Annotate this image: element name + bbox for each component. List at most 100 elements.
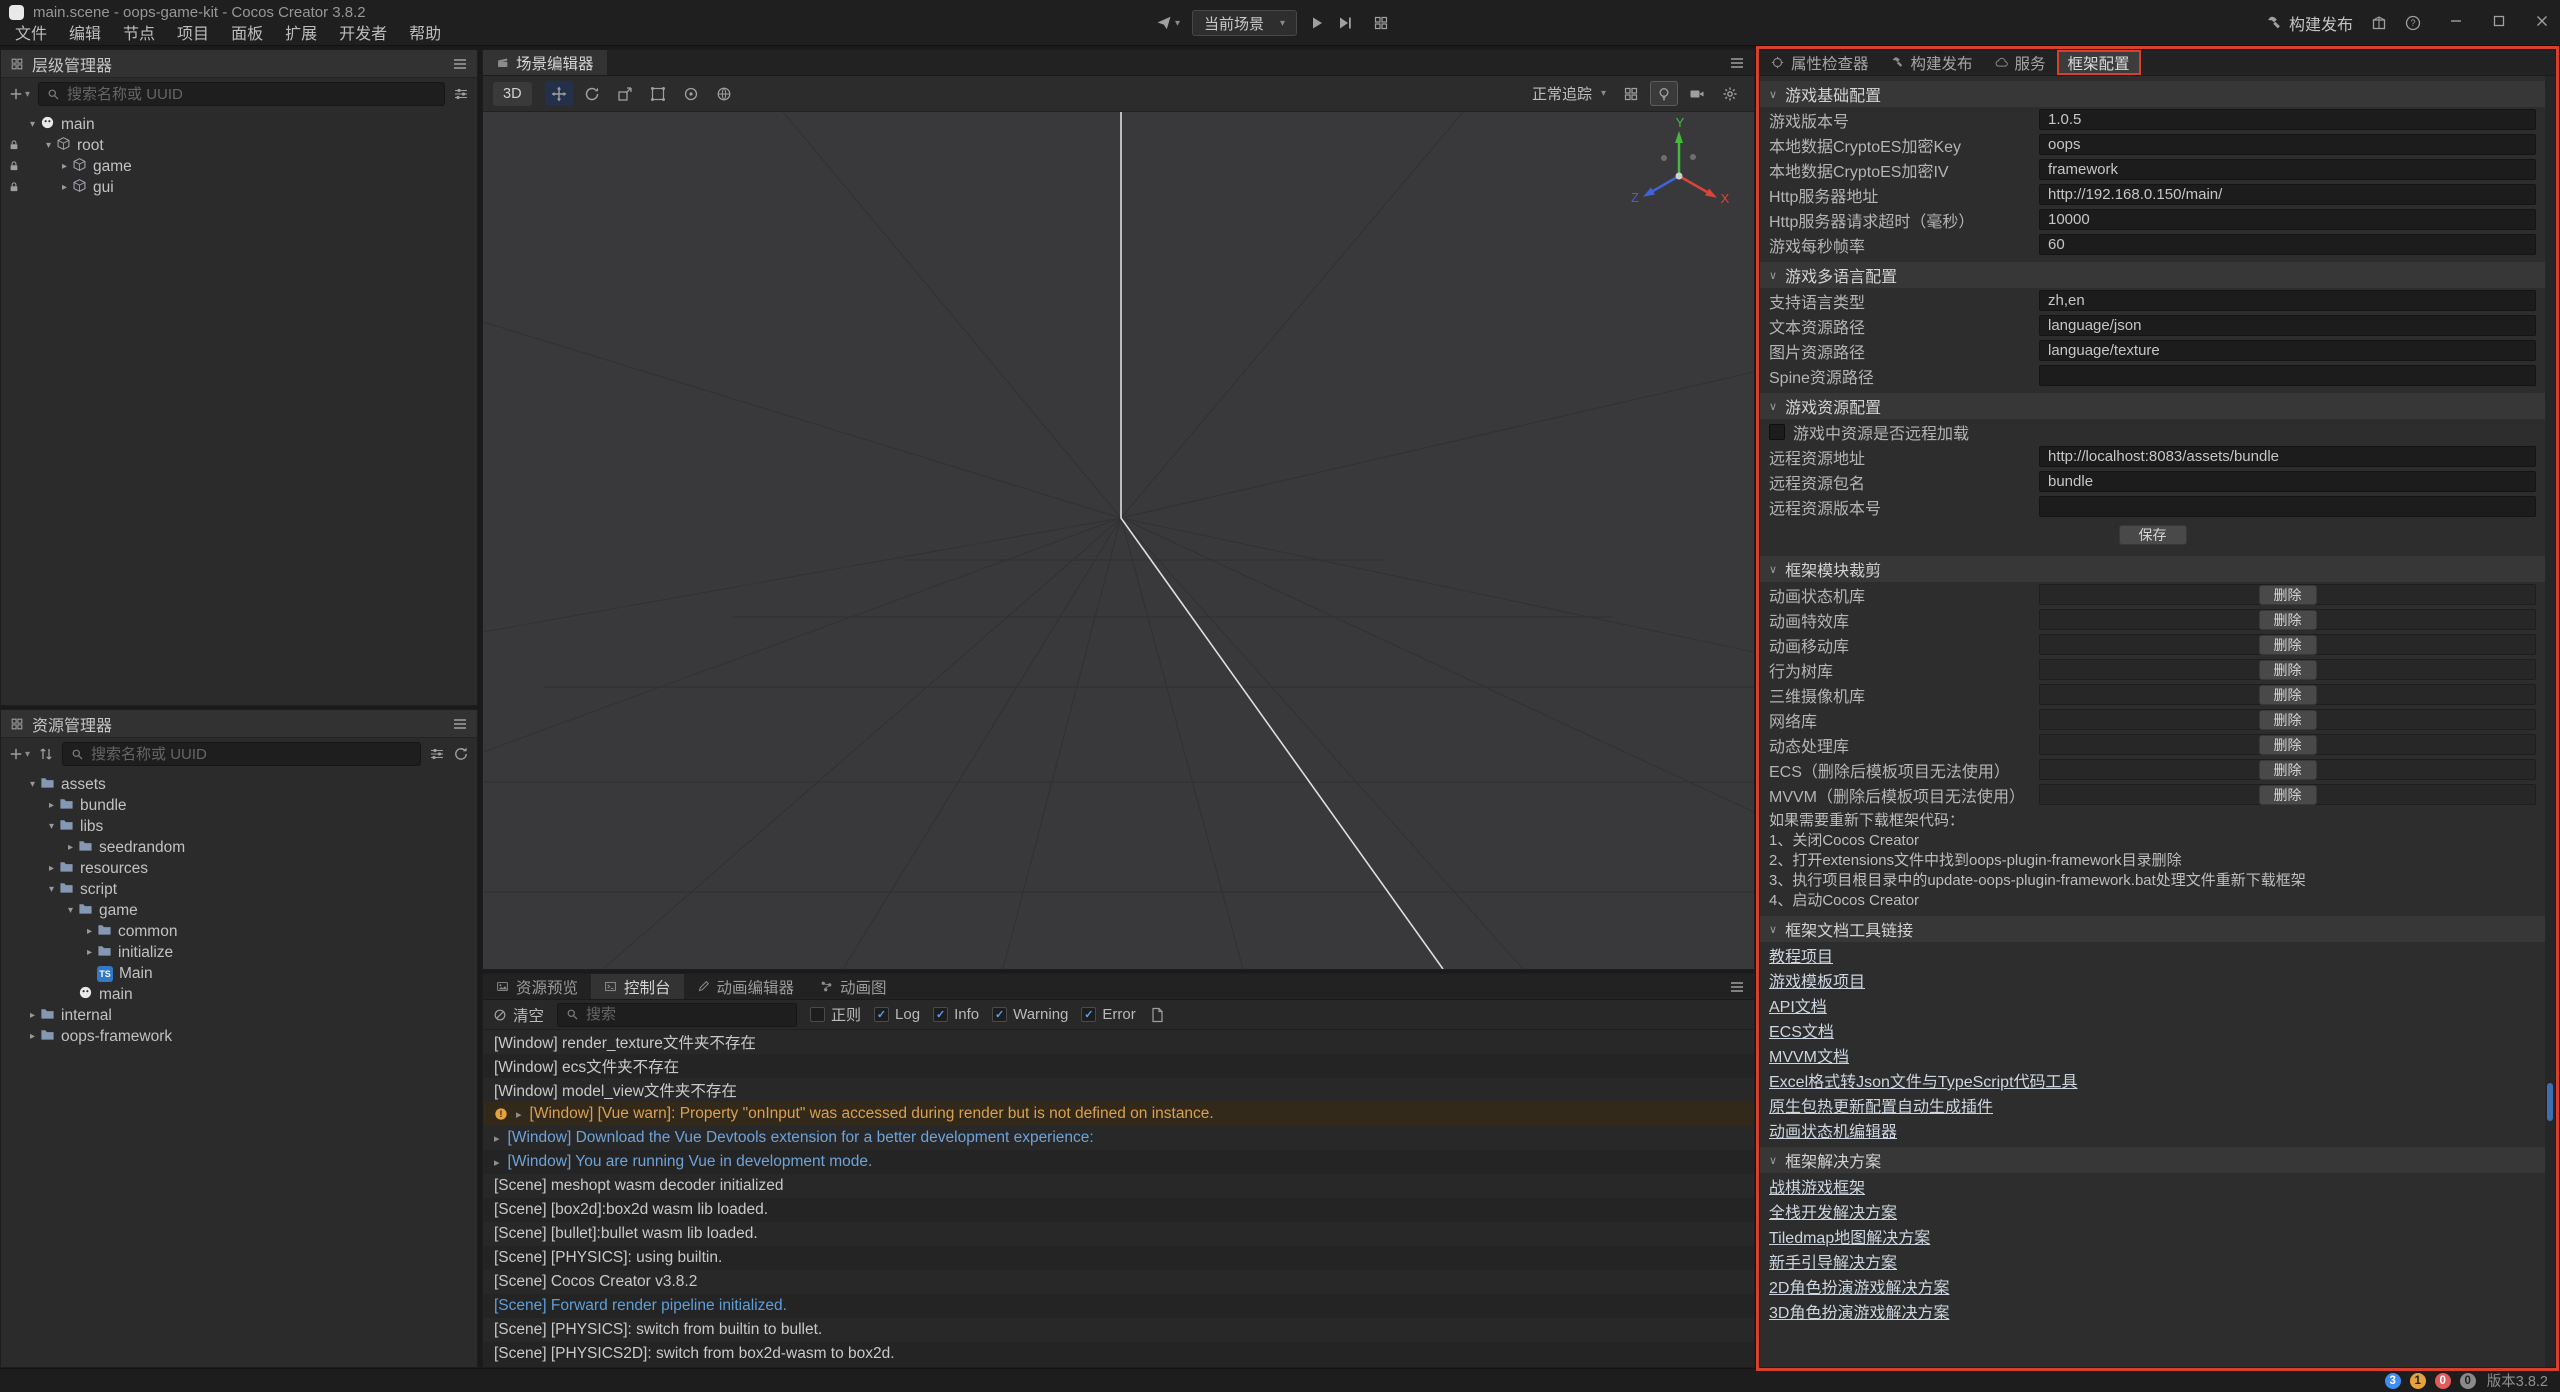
hierarchy-node[interactable]: ▾main <box>1 114 477 135</box>
preview-scene-select[interactable]: 当前场景▾ <box>1192 10 1297 36</box>
menu-item-3[interactable]: 项目 <box>166 23 220 46</box>
inspector-tab-1[interactable]: 构建发布 <box>1880 50 1984 75</box>
log-row[interactable]: ▸[Window] You are running Vue in develop… <box>483 1150 1754 1174</box>
expand-arrow[interactable]: ▸ <box>44 800 59 811</box>
delete-button[interactable]: 删除 <box>2259 785 2317 805</box>
filter-error[interactable]: Error <box>1081 1006 1135 1023</box>
coordinate-tool[interactable] <box>710 81 738 106</box>
expand-arrow[interactable]: ▸ <box>57 161 72 172</box>
asset-node[interactable]: ▾script <box>1 879 477 900</box>
framework-link[interactable]: 全栈开发解决方案 <box>1760 1198 2545 1223</box>
lock-indicator[interactable] <box>8 180 20 198</box>
framework-link[interactable]: 战棋游戏框架 <box>1760 1173 2545 1198</box>
delete-button[interactable]: 删除 <box>2259 610 2317 630</box>
inspector-tab-3[interactable]: 框架配置 <box>2057 50 2141 75</box>
expand-arrow[interactable]: ▾ <box>44 821 59 832</box>
move-tool[interactable] <box>545 81 573 106</box>
regex-checkbox[interactable] <box>810 1007 825 1022</box>
assets-search-input[interactable] <box>91 746 412 763</box>
filter-log[interactable]: Log <box>874 1006 920 1023</box>
console-tab-1[interactable]: 控制台 <box>591 974 684 999</box>
checkbox[interactable] <box>933 1007 948 1022</box>
framework-link[interactable]: 2D角色扮演游戏解决方案 <box>1760 1273 2545 1298</box>
view-mode-select[interactable]: 正常追踪▾ <box>1532 83 1606 104</box>
log-row[interactable]: [Scene] [bullet]:bullet wasm lib loaded. <box>483 1222 1754 1246</box>
hierarchy-node[interactable]: ▸gui <box>1 177 477 198</box>
tab-scene-editor[interactable]: 场景编辑器 <box>483 50 607 75</box>
asset-node[interactable]: ▸resources <box>1 858 477 879</box>
hierarchy-node[interactable]: ▾root <box>1 135 477 156</box>
section-header-4[interactable]: ∨框架文档工具链接 <box>1760 916 2545 942</box>
menu-item-5[interactable]: 扩展 <box>274 23 328 46</box>
expand-arrow[interactable]: ▸ <box>25 1031 40 1042</box>
delete-button[interactable]: 删除 <box>2259 710 2317 730</box>
minimize-button[interactable] <box>2448 13 2464 34</box>
menu-item-4[interactable]: 面板 <box>220 23 274 46</box>
menu-item-7[interactable]: 帮助 <box>398 23 452 46</box>
property-input[interactable]: language/json <box>2039 315 2536 336</box>
expand-arrow[interactable]: ▸ <box>494 1156 500 1169</box>
log-row[interactable]: [Scene] [PHYSICS2D]: switch from box2d-w… <box>483 1342 1754 1366</box>
delete-button[interactable]: 删除 <box>2259 635 2317 655</box>
help-button[interactable]: ? <box>2405 15 2421 31</box>
menu-item-6[interactable]: 开发者 <box>328 23 398 46</box>
panel-menu-icon[interactable] <box>1729 55 1745 71</box>
log-row[interactable]: [Window] model_view文件夹不存在 <box>483 1078 1754 1102</box>
property-input[interactable]: language/texture <box>2039 340 2536 361</box>
property-input[interactable]: zh,en <box>2039 290 2536 311</box>
log-row[interactable]: [Scene] Cocos Creator v3.8.2 <box>483 1270 1754 1294</box>
framework-link[interactable]: 游戏模板项目 <box>1760 967 2545 992</box>
property-input[interactable]: bundle <box>2039 471 2536 492</box>
framework-link[interactable]: 新手引导解决方案 <box>1760 1248 2545 1273</box>
sort-icon[interactable] <box>38 746 54 762</box>
framework-link[interactable]: API文档 <box>1760 992 2545 1017</box>
asset-node[interactable]: ▸initialize <box>1 942 477 963</box>
expand-arrow[interactable]: ▸ <box>82 926 97 937</box>
delete-button[interactable]: 删除 <box>2259 660 2317 680</box>
menu-item-1[interactable]: 编辑 <box>58 23 112 46</box>
scale-tool[interactable] <box>611 81 639 106</box>
panel-menu-icon[interactable] <box>452 716 468 732</box>
console-search-input[interactable] <box>586 1006 788 1023</box>
clear-console-button[interactable]: 清空 <box>493 1004 544 1026</box>
framework-link[interactable]: Excel格式转Json文件与TypeScript代码工具 <box>1760 1067 2545 1092</box>
framework-link[interactable]: Tiledmap地图解决方案 <box>1760 1223 2545 1248</box>
framework-link[interactable]: 3D角色扮演游戏解决方案 <box>1760 1298 2545 1323</box>
log-row[interactable]: [Window] ecs文件夹不存在 <box>483 1054 1754 1078</box>
console-tab-3[interactable]: 动画图 <box>807 974 900 999</box>
expand-arrow[interactable]: ▸ <box>82 947 97 958</box>
delete-button[interactable]: 删除 <box>2259 735 2317 755</box>
expand-arrow[interactable]: ▸ <box>44 863 59 874</box>
asset-node[interactable]: ▾libs <box>1 816 477 837</box>
section-header-1[interactable]: ∨游戏多语言配置 <box>1760 262 2545 288</box>
filter-warning[interactable]: Warning <box>992 1006 1068 1023</box>
section-header-3[interactable]: ∨框架模块裁剪 <box>1760 556 2545 582</box>
layout-grid-button[interactable] <box>1373 15 1389 31</box>
asset-node[interactable]: ▸common <box>1 921 477 942</box>
menu-item-0[interactable]: 文件 <box>4 23 58 46</box>
delete-button[interactable]: 删除 <box>2259 760 2317 780</box>
menu-item-2[interactable]: 节点 <box>112 23 166 46</box>
save-button[interactable]: 保存 <box>2119 525 2187 545</box>
status-badge-3[interactable]: 0 <box>2460 1373 2476 1389</box>
console-search[interactable] <box>557 1003 797 1027</box>
expand-arrow[interactable]: ▸ <box>63 842 78 853</box>
remote-load-checkbox[interactable] <box>1769 424 1785 440</box>
expand-arrow[interactable]: ▾ <box>41 140 56 151</box>
framework-link[interactable]: 教程项目 <box>1760 942 2545 967</box>
assets-search[interactable] <box>62 742 421 766</box>
expand-arrow[interactable]: ▾ <box>63 905 78 916</box>
maximize-button[interactable] <box>2491 13 2507 34</box>
property-input[interactable]: oops <box>2039 134 2536 155</box>
inspector-tab-0[interactable]: 属性检查器 <box>1760 50 1880 75</box>
log-row[interactable]: !▸[Window] [Vue warn]: Property "onInput… <box>483 1102 1754 1126</box>
log-row[interactable]: [Scene] [PHYSICS]: using builtin. <box>483 1246 1754 1270</box>
filter-icon[interactable] <box>429 746 445 762</box>
asset-node[interactable]: ▾game <box>1 900 477 921</box>
hierarchy-search[interactable] <box>38 82 445 106</box>
add-node-button[interactable]: ▾ <box>9 87 30 101</box>
asset-node[interactable]: main <box>1 984 477 1005</box>
log-row[interactable]: [Scene] Forward render pipeline initiali… <box>483 1294 1754 1318</box>
play-button[interactable] <box>1309 15 1325 31</box>
asset-node[interactable]: ▸internal <box>1 1005 477 1026</box>
